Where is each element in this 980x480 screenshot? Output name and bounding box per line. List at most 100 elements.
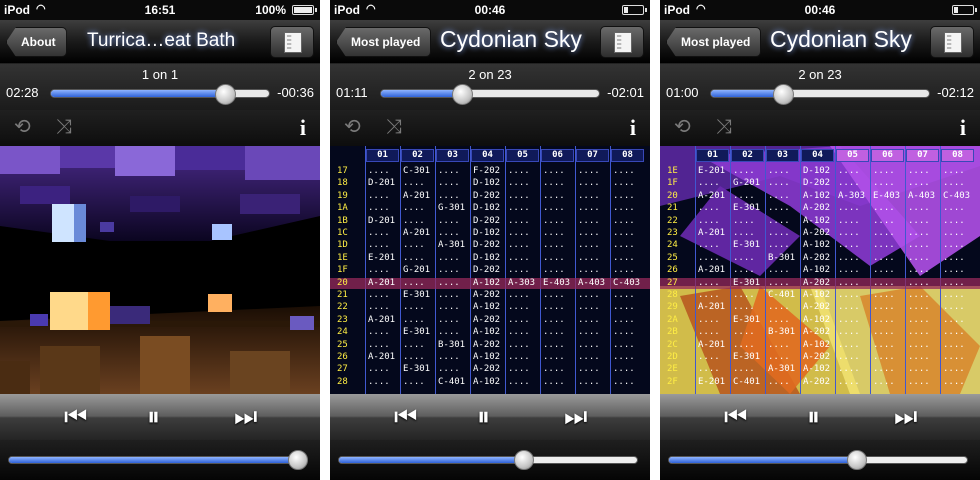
- pattern-cell: ....: [698, 327, 720, 338]
- pattern-cell: ....: [873, 376, 895, 387]
- pattern-cell: ....: [943, 252, 965, 263]
- pattern-cell: ....: [508, 215, 530, 226]
- pattern-cell: E-301: [733, 277, 761, 288]
- status-bar: iPod ◠ 16:51 100%: [0, 0, 320, 20]
- row-number: 2E: [667, 364, 678, 375]
- pattern-cell: ....: [943, 327, 965, 338]
- volume-slider[interactable]: [668, 450, 968, 470]
- pattern-cell: A-303: [508, 277, 536, 288]
- pattern-cell: A-102: [803, 240, 831, 251]
- row-number: 21: [337, 290, 348, 300]
- pattern-cell: E-301: [733, 352, 761, 362]
- navigation-bar: About Turrica…eat Bath ═ ═ ═ ═: [0, 20, 320, 64]
- pattern-cell: E-301: [403, 290, 431, 300]
- back-button[interactable]: About: [6, 27, 67, 57]
- channel-header: 07: [576, 149, 609, 162]
- progress-slider[interactable]: [710, 84, 930, 105]
- pattern-cell: ....: [943, 302, 965, 313]
- progress-slider[interactable]: [380, 84, 600, 105]
- pattern-row: 27.... E-301.... A-202................: [660, 277, 980, 289]
- pattern-cell: ....: [733, 339, 755, 350]
- pattern-cell: ....: [543, 203, 565, 214]
- progress-knob[interactable]: [451, 84, 473, 105]
- pattern-cell: A-102: [803, 215, 831, 226]
- next-track-button[interactable]: ⏭: [894, 402, 917, 430]
- back-button[interactable]: Most played: [666, 27, 762, 57]
- volume-knob[interactable]: [846, 450, 867, 470]
- row-number: 1F: [667, 178, 678, 189]
- song-info-button[interactable]: ═ ═ ═ ═: [600, 26, 644, 58]
- volume-knob[interactable]: [288, 450, 309, 470]
- pattern-cell: E-201: [698, 166, 726, 176]
- previous-track-button[interactable]: ⏮: [64, 402, 87, 430]
- repeat-icon[interactable]: ⟲: [14, 116, 31, 138]
- pattern-cell: ....: [908, 240, 930, 251]
- next-track-button[interactable]: ⏭: [564, 402, 587, 430]
- pattern-cell: A-202: [473, 339, 501, 350]
- pattern-cell: ....: [543, 190, 565, 201]
- row-number: 1A: [337, 203, 348, 214]
- pattern-cell: ....: [368, 376, 390, 387]
- pattern-cell: ....: [768, 339, 790, 350]
- status-clock: 00:46: [804, 3, 836, 17]
- pattern-cell: ....: [368, 302, 390, 313]
- pattern-cell: ....: [403, 277, 425, 288]
- previous-track-button[interactable]: ⏮: [394, 402, 417, 430]
- pattern-cell: ....: [873, 314, 895, 325]
- pattern-cell: ....: [943, 376, 965, 387]
- pattern-cell: ....: [873, 215, 895, 226]
- song-title: Cydonian Sky: [770, 26, 912, 52]
- shuffle-icon[interactable]: ⤨: [716, 116, 732, 138]
- pattern-cell: A-202: [803, 252, 831, 263]
- previous-track-button[interactable]: ⏮: [724, 402, 747, 430]
- song-info-button[interactable]: ═ ═ ═ ═: [270, 26, 314, 58]
- info-icon[interactable]: i: [300, 115, 306, 141]
- pattern-cell: ....: [943, 314, 965, 325]
- info-icon[interactable]: i: [630, 115, 636, 141]
- pattern-cell: ....: [613, 178, 635, 189]
- pattern-cell: A-102: [803, 265, 831, 276]
- volume-panel: [0, 440, 320, 480]
- pattern-cell: ....: [543, 290, 565, 300]
- pattern-cell: ....: [578, 240, 600, 251]
- pattern-cell: ....: [578, 178, 600, 189]
- pause-button[interactable]: ⏸: [477, 402, 490, 430]
- back-button[interactable]: Most played: [336, 27, 432, 57]
- pattern-cell: ....: [613, 339, 635, 350]
- repeat-icon[interactable]: ⟲: [344, 116, 361, 138]
- pattern-cell: ....: [578, 314, 600, 325]
- song-info-button[interactable]: ═ ═ ═ ═: [930, 26, 974, 58]
- volume-panel: [330, 440, 650, 480]
- pattern-cell: ....: [578, 203, 600, 214]
- pattern-cell: ....: [368, 166, 390, 176]
- pattern-cell: ....: [943, 178, 965, 189]
- row-number: 2A: [667, 314, 678, 325]
- volume-slider[interactable]: [338, 450, 638, 470]
- repeat-icon[interactable]: ⟲: [674, 116, 691, 138]
- shuffle-icon[interactable]: ⤨: [56, 116, 72, 138]
- pattern-cell: ....: [578, 190, 600, 201]
- info-icon[interactable]: i: [960, 115, 966, 141]
- pattern-cell: ....: [768, 376, 790, 387]
- next-track-button[interactable]: ⏭: [234, 402, 257, 430]
- pattern-cell: ....: [543, 166, 565, 176]
- row-number: 27: [337, 364, 348, 375]
- pause-button[interactable]: ⏸: [147, 402, 160, 430]
- pattern-cell: ....: [508, 265, 530, 276]
- progress-knob[interactable]: [772, 84, 794, 105]
- pause-button[interactable]: ⏸: [807, 402, 820, 430]
- volume-slider[interactable]: [8, 450, 309, 470]
- row-number: 28: [337, 376, 348, 387]
- pattern-cell: ....: [698, 203, 720, 214]
- pattern-cell: ....: [613, 240, 635, 251]
- pattern-cell: ....: [768, 240, 790, 251]
- pattern-cell: G-201: [733, 178, 761, 189]
- pattern-cell: ....: [403, 314, 425, 325]
- volume-knob[interactable]: [513, 450, 534, 470]
- pattern-cell: ....: [543, 364, 565, 375]
- progress-knob[interactable]: [215, 84, 237, 105]
- progress-slider[interactable]: [50, 84, 270, 105]
- pattern-cell: A-201: [403, 228, 431, 238]
- pattern-cell: ....: [438, 302, 460, 313]
- shuffle-icon[interactable]: ⤨: [386, 116, 402, 138]
